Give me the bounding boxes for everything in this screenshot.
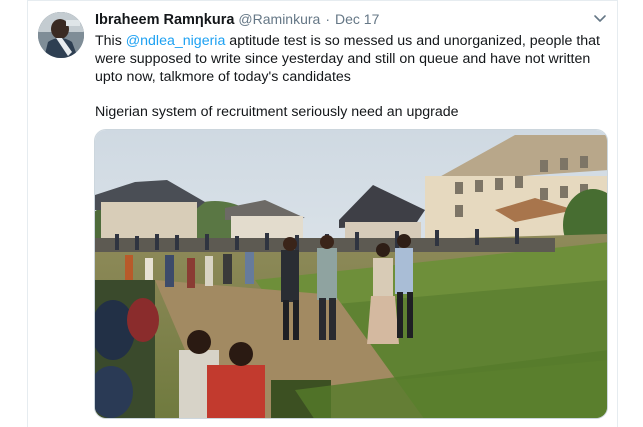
- tweet-date[interactable]: Dec 17: [335, 11, 379, 27]
- divider: [617, 0, 618, 427]
- tweet-text: This @ndlea_nigeria aptitude test is so …: [95, 32, 615, 86]
- tweet-photo[interactable]: [94, 129, 608, 419]
- tweet-header: Ibraheem Ramηkura @Raminkura · Dec 17: [95, 11, 379, 29]
- crowd-photo: [95, 130, 607, 418]
- tweet-card[interactable]: Ibraheem Ramηkura @Raminkura · Dec 17 Th…: [0, 0, 643, 427]
- tweet-text-line: were supposed to write since yesterday a…: [95, 51, 591, 67]
- avatar[interactable]: [38, 12, 84, 58]
- text-segment: aptitude test is so messed us and unorga…: [225, 33, 600, 49]
- divider: [28, 0, 618, 1]
- tweet-text-line: upto now, talkmore of today's candidates: [95, 69, 351, 85]
- display-name[interactable]: Ibraheem Ramηkura: [95, 12, 234, 28]
- profile-photo: [38, 12, 84, 58]
- tweet-text-line: This @ndlea_nigeria aptitude test is so …: [95, 32, 615, 50]
- chevron-down-icon[interactable]: [592, 12, 608, 26]
- mention-link[interactable]: @ndlea_nigeria: [126, 33, 226, 49]
- text-segment: This: [95, 33, 126, 49]
- separator-dot: ·: [325, 11, 330, 27]
- divider: [27, 0, 28, 427]
- user-handle[interactable]: @Raminkura: [238, 11, 320, 27]
- tweet-text-paragraph: Nigerian system of recruitment seriously…: [95, 104, 459, 120]
